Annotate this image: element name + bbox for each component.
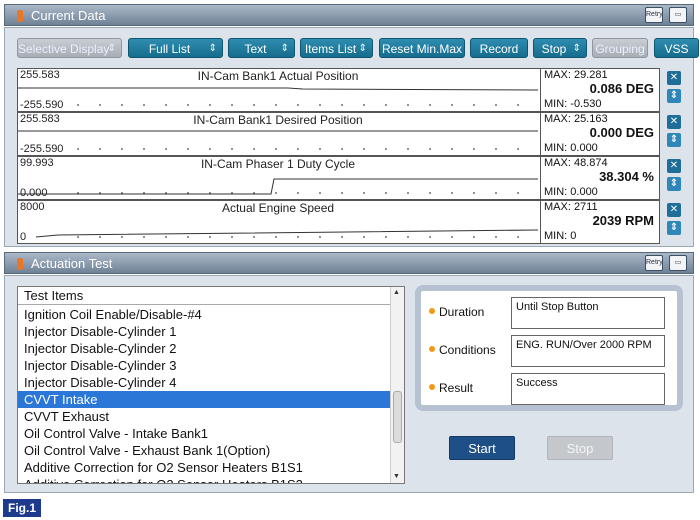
dropdown-arrow-icon: ⇕: [280, 43, 289, 54]
panel-indicator-icon: [17, 258, 23, 270]
list-scrollbar[interactable]: ▲ ▼: [390, 287, 404, 483]
bullet-icon: [429, 346, 435, 352]
duration-value: Until Stop Button: [511, 297, 665, 329]
graph-stats: MAX: 2711 2039 RPM MIN: 0: [540, 201, 660, 243]
actuation-test-title: Actuation Test: [31, 256, 113, 271]
trend-line: [18, 87, 539, 91]
actuation-test-titlebar: Actuation Test Retry ▭: [4, 252, 694, 274]
list-item[interactable]: Additive Correction for O2 Sensor Heater…: [18, 459, 390, 476]
toolbar-button-items-list[interactable]: Items List ⇕: [300, 38, 373, 58]
list-header: Test Items: [18, 287, 390, 305]
graph-row: 255.583 -255.590 IN-Cam Bank1 Desired Po…: [17, 112, 660, 156]
figure-label: Fig.1: [3, 499, 41, 517]
reorder-item-icon[interactable]: ⇕: [667, 177, 681, 191]
list-item[interactable]: Injector Disable-Cylinder 4: [18, 374, 390, 391]
max-value: MAX: 48.874: [544, 157, 608, 169]
list-item[interactable]: Oil Control Valve - Exhaust Bank 1(Optio…: [18, 442, 390, 459]
remove-item-icon[interactable]: ✕: [667, 159, 681, 173]
reorder-item-icon[interactable]: ⇕: [667, 133, 681, 147]
current-value: 0.000 DEG: [589, 125, 654, 140]
toolbar-button-stop[interactable]: Stop ⇕: [533, 38, 587, 58]
graph-title: IN-Cam Bank1 Desired Position: [193, 113, 363, 127]
dropdown-arrow-icon: ⇕: [107, 43, 116, 54]
scale-min: 0.000: [20, 187, 48, 199]
dropdown-arrow-icon: ⇕: [572, 43, 581, 54]
duration-row: Duration Until Stop Button: [429, 297, 679, 331]
conditions-value: ENG. RUN/Over 2000 RPM: [511, 335, 665, 367]
actuation-test-panel: Test Items Ignition Coil Enable/Disable-…: [4, 275, 694, 493]
retry-button[interactable]: Retry: [645, 7, 663, 23]
scroll-up-icon[interactable]: ▲: [393, 289, 400, 296]
reorder-item-icon[interactable]: ⇕: [667, 221, 681, 235]
graph-stats: MAX: 25.163 0.000 DEG MIN: 0.000: [540, 113, 660, 155]
current-data-panel: Selective Display ⇕ Full List ⇕ Text ⇕ Items L…: [4, 27, 699, 247]
dropdown-arrow-icon: ⇕: [358, 43, 367, 54]
list-item[interactable]: Injector Disable-Cylinder 2: [18, 340, 390, 357]
toolbar-button-selective-display[interactable]: Selective Display ⇕: [17, 38, 122, 58]
graph-row: 255.583 -255.590 IN-Cam Bank1 Actual Pos…: [17, 68, 660, 112]
dropdown-arrow-icon: ⇕: [208, 43, 217, 54]
remove-item-icon[interactable]: ✕: [667, 71, 681, 85]
stop-button[interactable]: Stop: [547, 436, 613, 460]
current-value: 38.304 %: [599, 169, 654, 184]
trend-line: [18, 178, 538, 195]
retry-button[interactable]: Retry: [645, 255, 663, 271]
trend-line: [35, 229, 539, 238]
list-item[interactable]: CVVT Intake: [18, 391, 390, 408]
max-value: MAX: 25.163: [544, 113, 608, 125]
graph-row: 99.993 0.000 IN-Cam Phaser 1 Duty Cycle …: [17, 156, 660, 200]
test-items-list[interactable]: Test Items Ignition Coil Enable/Disable-…: [17, 286, 405, 484]
graph-stats: MAX: 48.874 38.304 % MIN: 0.000: [540, 157, 660, 199]
list-item[interactable]: Ignition Coil Enable/Disable-#4: [18, 306, 390, 323]
toolbar-button-record[interactable]: Record: [470, 38, 528, 58]
graph-stats: MAX: 29.281 0.086 DEG MIN: -0.530: [540, 69, 660, 111]
graph-title: Actual Engine Speed: [221, 201, 335, 215]
window-toggle-button[interactable]: ▭: [669, 255, 687, 271]
current-data-title: Current Data: [31, 8, 106, 23]
result-row: Result Success: [429, 373, 679, 407]
panel-indicator-icon: [17, 10, 23, 22]
toolbar-button-vss[interactable]: VSS: [654, 38, 699, 58]
result-label: Result: [439, 381, 474, 395]
reorder-item-icon[interactable]: ⇕: [667, 89, 681, 103]
current-value: 0.086 DEG: [589, 81, 654, 96]
list-item[interactable]: CVVT Exhaust: [18, 408, 390, 425]
min-value: MIN: 0.000: [544, 186, 598, 198]
scale-min: -255.590: [20, 99, 64, 111]
toolbar-button-full-list[interactable]: Full List ⇕: [128, 38, 223, 58]
list-item[interactable]: Injector Disable-Cylinder 3: [18, 357, 390, 374]
duration-label: Duration: [439, 305, 485, 319]
max-value: MAX: 2711: [544, 201, 598, 213]
window-toggle-button[interactable]: ▭: [669, 7, 687, 23]
start-button[interactable]: Start: [449, 436, 515, 460]
conditions-label: Conditions: [439, 343, 496, 357]
result-value: Success: [511, 373, 665, 405]
graph-title: IN-Cam Phaser 1 Duty Cycle: [200, 157, 356, 171]
scroll-thumb[interactable]: [393, 391, 402, 443]
current-data-titlebar: Current Data Retry ▭: [4, 4, 694, 26]
min-value: MIN: -0.530: [544, 98, 602, 110]
list-item[interactable]: Injector Disable-Cylinder 1: [18, 323, 390, 340]
conditions-row: Conditions ENG. RUN/Over 2000 RPM: [429, 335, 679, 369]
bullet-icon: [429, 384, 435, 390]
graph-title: IN-Cam Bank1 Actual Position: [197, 69, 359, 83]
toolbar-button-grouping[interactable]: Grouping: [592, 38, 648, 58]
bullet-icon: [429, 308, 435, 314]
current-value: 2039 RPM: [592, 213, 654, 228]
scale-min: -255.590: [20, 143, 64, 155]
min-value: MIN: 0: [544, 230, 577, 242]
scale-min: 0: [20, 231, 27, 243]
scroll-down-icon[interactable]: ▼: [393, 473, 400, 480]
min-value: MIN: 0.000: [544, 142, 598, 154]
toolbar-button-text[interactable]: Text ⇕: [228, 38, 295, 58]
graph-row: 8000 0 Actual Engine Speed MAX: 2711 203…: [17, 200, 660, 244]
remove-item-icon[interactable]: ✕: [667, 203, 681, 217]
list-item[interactable]: Oil Control Valve - Intake Bank1: [18, 425, 390, 442]
test-info-box: Duration Until Stop Button Conditions EN…: [415, 285, 683, 411]
toolbar-button-reset-min-max[interactable]: Reset Min.Max: [379, 38, 465, 58]
max-value: MAX: 29.281: [544, 69, 608, 81]
remove-item-icon[interactable]: ✕: [667, 115, 681, 129]
list-item[interactable]: Additive Correction for O2 Sensor Heater…: [18, 476, 390, 483]
